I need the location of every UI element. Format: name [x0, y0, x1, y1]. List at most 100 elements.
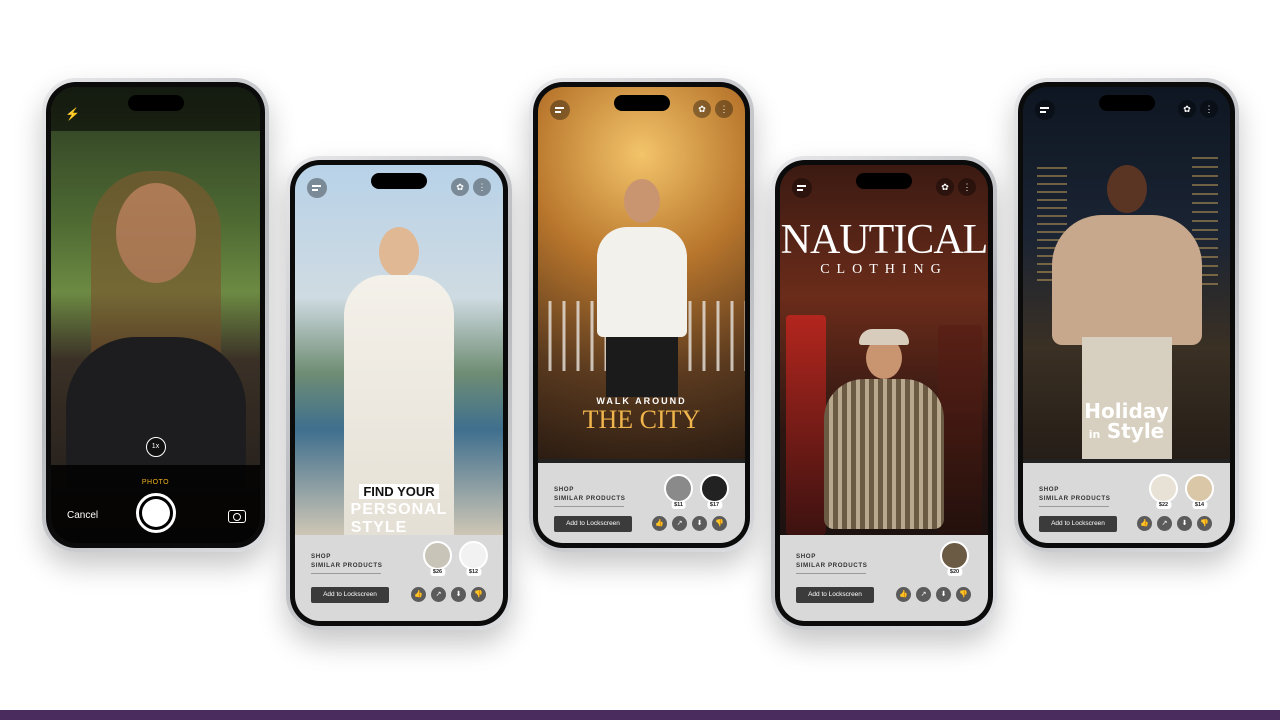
add-to-lockscreen-button[interactable]: Add to Lockscreen	[1039, 516, 1117, 532]
product-item[interactable]: $22	[1149, 474, 1178, 509]
model-sweater	[1051, 215, 1202, 345]
headline-line-3: Style	[1106, 419, 1165, 443]
download-icon[interactable]: ⬇	[451, 587, 466, 602]
phone-camera: ⚡ 1x PHOTO Cancel	[42, 78, 269, 552]
model-face	[379, 227, 419, 277]
product-thumbnail	[664, 474, 693, 503]
product-thumbnail	[1149, 474, 1178, 503]
similar-products-label: SIMILAR PRODUCTS	[796, 562, 868, 569]
similar-products-label: SIMILAR PRODUCTS	[311, 562, 383, 569]
similar-products-label: SIMILAR PRODUCTS	[1039, 495, 1111, 502]
headline-line-1: Holiday	[1084, 399, 1169, 423]
download-icon[interactable]: ⬇	[936, 587, 951, 602]
headline: FIND YOUR PERSONAL STYLE	[295, 483, 503, 536]
menu-icon[interactable]	[792, 178, 812, 198]
shop-label: SHOP	[311, 553, 331, 560]
add-to-lockscreen-button[interactable]: Add to Lockscreen	[311, 587, 389, 603]
shutter-button[interactable]	[135, 493, 176, 533]
model-tshirt	[596, 227, 687, 337]
cancel-button[interactable]: Cancel	[67, 510, 98, 521]
phone-wallpaper-2: ✿ ⋮ WALK AROUND THE CITY SHOP SIMILAR PR…	[529, 78, 754, 552]
product-item[interactable]: $20	[940, 541, 969, 576]
wallpaper-screen-2: ✿ ⋮ WALK AROUND THE CITY SHOP SIMILAR PR…	[538, 87, 745, 543]
wallpaper-icon[interactable]: ✿	[936, 178, 954, 196]
download-icon[interactable]: ⬇	[1177, 516, 1192, 531]
thumbs-down-icon[interactable]: 👎	[956, 587, 971, 602]
product-price: $26	[429, 568, 446, 576]
more-icon[interactable]: ⋮	[473, 178, 491, 196]
thumbs-down-icon[interactable]: 👎	[712, 516, 727, 531]
headline-line-1: NAUTICAL	[780, 217, 988, 263]
menu-icon[interactable]	[1035, 100, 1055, 120]
shop-panel: SHOP SIMILAR PRODUCTS $22 $14 Add to Loc…	[1023, 463, 1230, 543]
model-shorts	[605, 337, 678, 397]
phone-wallpaper-1: ✿ ⋮ FIND YOUR PERSONAL STYLE SHOP SIMILA…	[286, 156, 512, 630]
product-item[interactable]: $14	[1185, 474, 1214, 509]
shop-panel: SHOP SIMILAR PRODUCTS $20 Add to Lockscr…	[780, 535, 988, 621]
flip-camera-icon[interactable]	[228, 510, 246, 523]
headline-line-2: in	[1088, 428, 1101, 441]
share-icon[interactable]: ↗	[1157, 516, 1172, 531]
flash-icon[interactable]: ⚡	[65, 107, 80, 121]
add-to-lockscreen-button[interactable]: Add to Lockscreen	[796, 587, 874, 603]
wallpaper-icon[interactable]: ✿	[451, 178, 469, 196]
shop-label: SHOP	[554, 486, 574, 493]
wallpaper-screen-1: ✿ ⋮ FIND YOUR PERSONAL STYLE SHOP SIMILA…	[295, 165, 503, 621]
model-jacket	[824, 379, 944, 529]
product-item[interactable]: $26	[423, 541, 452, 576]
wallpaper-icon[interactable]: ✿	[1178, 100, 1196, 118]
arcade-machine	[938, 325, 982, 535]
similar-products-label: SIMILAR PRODUCTS	[554, 495, 626, 502]
headline-line-1: FIND YOUR	[359, 484, 439, 499]
photo-mode-label[interactable]: PHOTO	[51, 479, 260, 486]
product-thumbnail	[700, 474, 729, 503]
headline: WALK AROUND THE CITY	[538, 395, 745, 433]
more-icon[interactable]: ⋮	[715, 100, 733, 118]
headline: Holiday in Style	[1023, 401, 1230, 445]
model-face	[623, 179, 660, 223]
brand-bar	[0, 710, 1280, 720]
product-price: $12	[465, 568, 482, 576]
thumbs-down-icon[interactable]: 👎	[1197, 516, 1212, 531]
model-hat	[859, 329, 909, 345]
headline-line-2: PERSONAL	[350, 501, 448, 518]
thumbs-up-icon[interactable]: 👍	[1137, 516, 1152, 531]
thumbs-up-icon[interactable]: 👍	[652, 516, 667, 531]
product-item[interactable]: $17	[700, 474, 729, 509]
dynamic-island	[127, 95, 184, 111]
menu-icon[interactable]	[307, 178, 327, 198]
thumbs-down-icon[interactable]: 👎	[471, 587, 486, 602]
product-price: $14	[1191, 501, 1208, 509]
more-icon[interactable]: ⋮	[958, 178, 976, 196]
headline-line-2: THE CITY	[582, 405, 701, 434]
more-icon[interactable]: ⋮	[1200, 100, 1218, 118]
product-item[interactable]: $11	[664, 474, 693, 509]
zoom-button[interactable]: 1x	[145, 437, 166, 457]
wallpaper-icon[interactable]: ✿	[693, 100, 711, 118]
camera-screen: ⚡ 1x PHOTO Cancel	[51, 87, 260, 543]
download-icon[interactable]: ⬇	[692, 516, 707, 531]
shop-label: SHOP	[796, 553, 816, 560]
headline-line-3: STYLE	[350, 519, 408, 536]
product-thumbnail	[459, 541, 488, 570]
add-to-lockscreen-button[interactable]: Add to Lockscreen	[554, 516, 632, 532]
thumbs-up-icon[interactable]: 👍	[896, 587, 911, 602]
product-price: $11	[671, 501, 686, 509]
product-thumbnail	[1185, 474, 1214, 503]
menu-icon[interactable]	[550, 100, 570, 120]
phone-wallpaper-4: ✿ ⋮ Holiday in Style SHOP SIMILAR PRODUC…	[1014, 78, 1239, 552]
model-face	[1106, 165, 1147, 213]
product-price: $22	[1155, 501, 1172, 509]
shop-label: SHOP	[1039, 486, 1059, 493]
share-icon[interactable]: ↗	[431, 587, 446, 602]
product-price: $20	[946, 568, 963, 576]
thumbs-up-icon[interactable]: 👍	[411, 587, 426, 602]
headline-line-2: CLOTHING	[820, 262, 948, 277]
phone-wallpaper-3: ✿ ⋮ NAUTICAL CLOTHING SHOP SIMILAR PRODU…	[771, 156, 997, 630]
share-icon[interactable]: ↗	[672, 516, 687, 531]
share-icon[interactable]: ↗	[916, 587, 931, 602]
product-thumbnail	[940, 541, 969, 570]
wallpaper-screen-3: ✿ ⋮ NAUTICAL CLOTHING SHOP SIMILAR PRODU…	[780, 165, 988, 621]
product-item[interactable]: $12	[459, 541, 488, 576]
headline: NAUTICAL CLOTHING	[780, 219, 988, 279]
